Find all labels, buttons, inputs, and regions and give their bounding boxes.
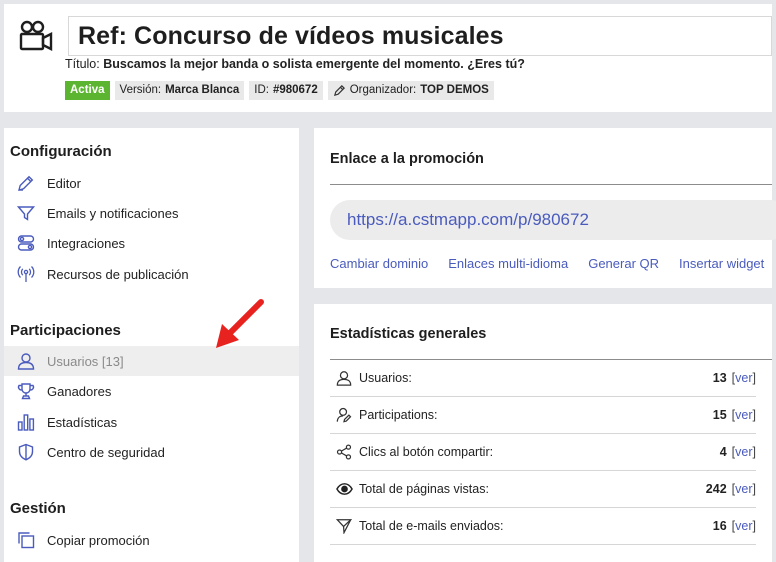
sidebar-item-editor[interactable]: Editor <box>4 168 299 198</box>
pencil-icon <box>333 85 345 97</box>
stat-row-page-views: Total de páginas vistas: 242 [ver] <box>330 471 756 508</box>
stat-row-users: Usuarios: 13 [ver] <box>330 360 756 397</box>
sidebar-item-winners[interactable]: Ganadores <box>4 376 299 406</box>
view-users-link[interactable]: ver <box>735 371 752 385</box>
share-icon <box>334 443 354 461</box>
paper-plane-icon <box>334 517 354 535</box>
shield-icon <box>16 442 36 462</box>
management-section-title: Gestión <box>10 500 66 517</box>
promotion-title-field[interactable]: Ref: Concurso de vídeos musicales <box>68 16 772 56</box>
insert-widget-link[interactable]: Insertar widget <box>679 256 764 271</box>
version-badge: Versión: Marca Blanca <box>114 81 245 100</box>
promotion-tags: Activa Versión: Marca Blanca ID: #980672… <box>65 81 494 100</box>
sidebar-item-publishing[interactable]: Recursos de publicación <box>4 259 299 289</box>
promotion-link-title: Enlace a la promoción <box>330 151 484 167</box>
stat-row-share-clicks: Clics al botón compartir: 4 [ver] <box>330 434 756 471</box>
toggles-icon <box>16 233 36 253</box>
id-badge: ID: #980672 <box>249 81 323 100</box>
status-badge: Activa <box>65 81 110 100</box>
user-icon <box>334 369 354 387</box>
stat-row-emails-sent: Total de e-mails enviados: 16 [ver] <box>330 508 756 545</box>
user-icon <box>16 351 36 371</box>
promotion-header: Ref: Concurso de vídeos musicales Título… <box>4 4 772 112</box>
sidebar-item-copy-promotion[interactable]: Copiar promoción <box>4 525 299 555</box>
red-arrow-annotation <box>216 299 264 348</box>
pencil-icon <box>16 173 36 193</box>
stat-row-participations: Participations: 15 [ver] <box>330 397 756 434</box>
bar-chart-icon <box>16 412 36 432</box>
config-section-title: Configuración <box>10 143 112 160</box>
stat-value: 13 <box>712 371 727 385</box>
broadcast-icon <box>16 264 36 284</box>
view-emails-link[interactable]: ver <box>735 519 752 533</box>
user-edit-icon <box>334 406 354 424</box>
view-share-clicks-link[interactable]: ver <box>735 445 752 459</box>
multi-language-links-link[interactable]: Enlaces multi-idioma <box>448 256 568 271</box>
sidebar-item-integrations[interactable]: Integraciones <box>4 228 299 258</box>
general-stats-title: Estadísticas generales <box>330 326 487 342</box>
view-participations-link[interactable]: ver <box>735 408 752 422</box>
divider <box>330 184 772 185</box>
promotion-subtitle-value: Buscamos la mejor banda o solista emerge… <box>103 57 525 71</box>
promotion-title: Ref: Concurso de vídeos musicales <box>78 22 504 50</box>
stat-value: 242 <box>705 482 727 496</box>
promotion-url[interactable]: https://a.cstmapp.com/p/980672 <box>347 210 589 230</box>
general-stats-card: Estadísticas generales Usuarios: 13 [ver… <box>314 304 772 562</box>
view-page-views-link[interactable]: ver <box>735 482 752 496</box>
sidebar-item-statistics[interactable]: Estadísticas <box>4 407 299 437</box>
filter-icon <box>16 203 36 223</box>
eye-icon <box>334 480 354 498</box>
change-domain-link[interactable]: Cambiar dominio <box>330 256 428 271</box>
participations-section-title: Participaciones <box>10 322 121 339</box>
stat-value: 16 <box>712 519 727 533</box>
sidebar-item-emails[interactable]: Emails y notificaciones <box>4 198 299 228</box>
stat-value: 15 <box>712 408 727 422</box>
organizer-badge[interactable]: Organizador: TOP DEMOS <box>327 81 494 100</box>
promotion-url-field[interactable]: https://a.cstmapp.com/p/980672 <box>330 200 776 240</box>
promotion-subtitle: Título: Buscamos la mejor banda o solist… <box>65 57 525 71</box>
generate-qr-link[interactable]: Generar QR <box>588 256 659 271</box>
video-camera-icon <box>19 20 53 51</box>
sidebar-item-security[interactable]: Centro de seguridad <box>4 437 299 467</box>
stat-value: 4 <box>719 445 727 459</box>
copy-icon <box>16 530 36 550</box>
trophy-icon <box>16 381 36 401</box>
promotion-link-actions: Cambiar dominio Enlaces multi-idioma Gen… <box>330 256 764 271</box>
promotion-link-card: Enlace a la promoción https://a.cstmapp.… <box>314 128 776 288</box>
